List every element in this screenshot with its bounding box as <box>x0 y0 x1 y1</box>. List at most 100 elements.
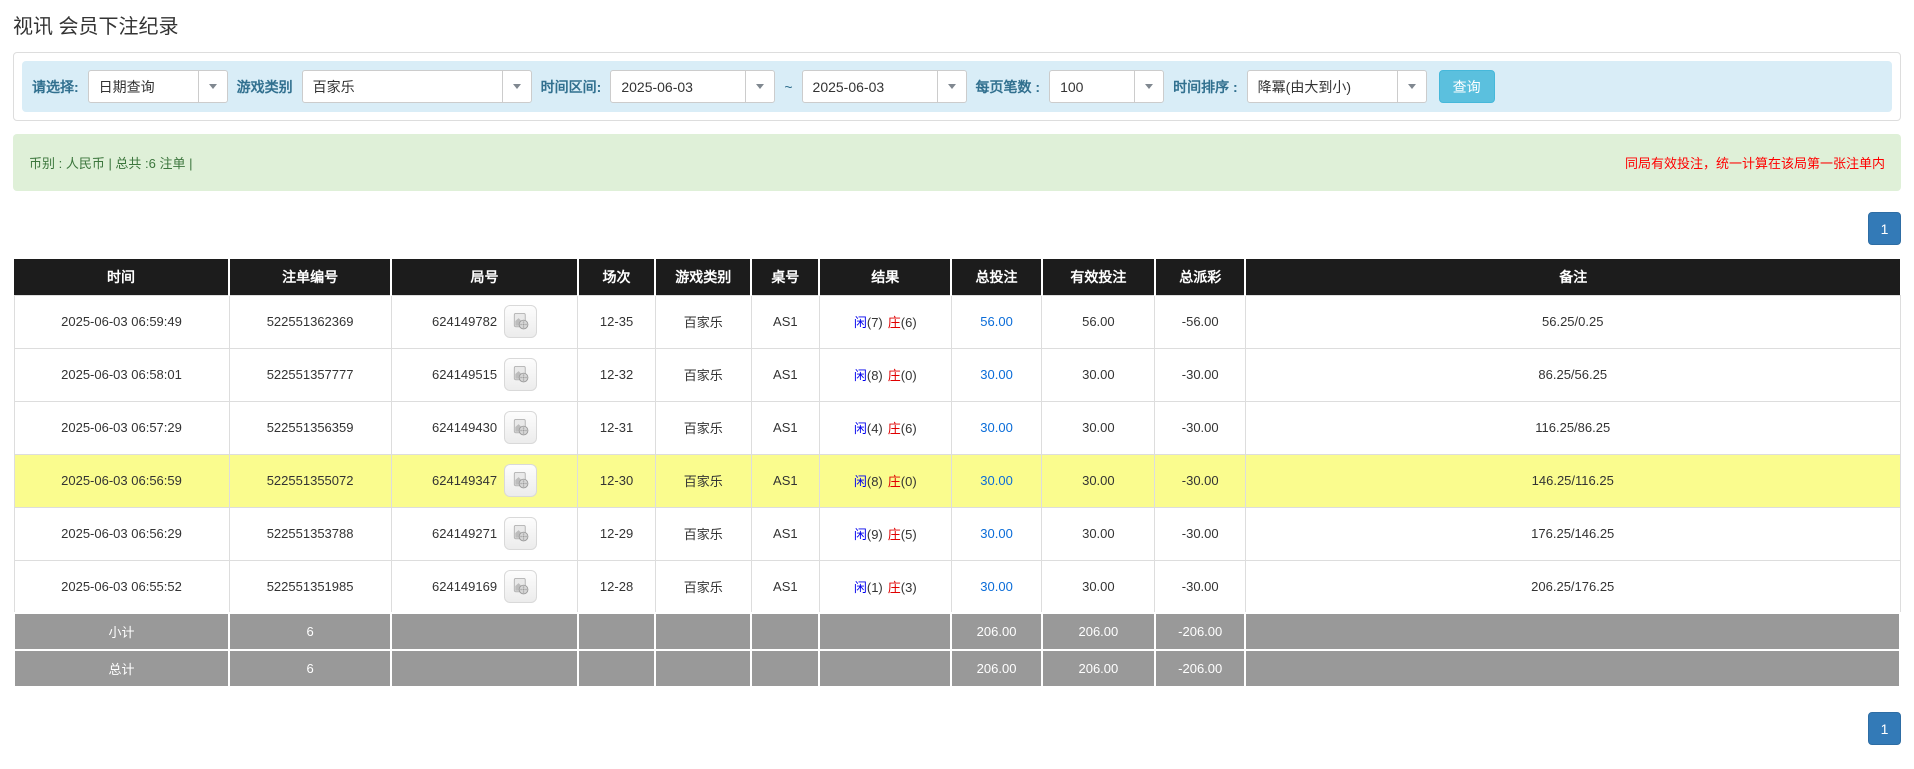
game-category-select[interactable]: 百家乐 <box>301 70 532 103</box>
sum-payout: -206.00 <box>1153 649 1247 688</box>
total-bet-link[interactable]: 56.00 <box>980 314 1013 329</box>
cell-valid-bet: 30.00 <box>1041 506 1156 561</box>
page-number-button[interactable]: 1 <box>1868 712 1901 745</box>
cell-result: 闲(1) 庄(3) <box>818 559 952 614</box>
time-sort-select[interactable]: 降冪(由大到小) <box>1246 70 1427 103</box>
cell-session: 12-30 <box>577 453 656 508</box>
summary-currency-total: 币别 : 人民币 | 总共 :6 注单 | <box>29 156 193 171</box>
cell-valid-bet: 30.00 <box>1041 559 1156 614</box>
query-type-select[interactable]: 日期查询 <box>87 70 228 103</box>
player-result-score: (8) <box>866 368 883 383</box>
table-row: 2025-06-03 06:58:01 522551357777 6241495… <box>13 347 1901 402</box>
cell-round: 624149430 <box>390 400 579 455</box>
round-number: 624149430 <box>432 420 498 435</box>
cell-payout: -56.00 <box>1154 294 1246 349</box>
date-from-select[interactable]: 2025-06-03 <box>610 70 776 103</box>
cell-note: 206.25/176.25 <box>1244 559 1901 614</box>
cell-session: 12-28 <box>577 559 656 614</box>
cell-table-no: AS1 <box>750 347 820 402</box>
total-bet-link[interactable]: 30.00 <box>980 526 1013 541</box>
chevron-down-icon[interactable] <box>745 71 775 102</box>
table-row: 2025-06-03 06:55:52 522551351985 6241491… <box>13 559 1901 614</box>
summary-red-note: 同局有效投注，统一计算在该局第一张注单内 <box>1624 156 1885 171</box>
cell-game: 百家乐 <box>654 294 752 349</box>
cell-total-bet: 30.00 <box>950 453 1043 508</box>
header-valid-bet: 有效投注 <box>1041 259 1156 295</box>
cell-table-no: AS1 <box>750 294 820 349</box>
video-replay-button[interactable] <box>504 358 538 391</box>
filter-bar: 请选择: 日期查询 游戏类别 百家乐 时间区间: 2025-06-03 ~ 20… <box>22 61 1892 112</box>
cell-time: 2025-06-03 06:56:29 <box>13 506 230 561</box>
cell-bet-id: 522551351985 <box>228 559 392 614</box>
page-number-button[interactable]: 1 <box>1868 212 1901 245</box>
cell-bet-id: 522551353788 <box>228 506 392 561</box>
banker-result-score: (5) <box>900 527 917 542</box>
player-result-label: 闲 <box>853 421 867 436</box>
sum-count: 6 <box>227 612 393 651</box>
banker-result-label: 庄 <box>887 474 901 489</box>
banker-result-score: (0) <box>900 368 917 383</box>
cell-game: 百家乐 <box>654 453 752 508</box>
cell-session: 12-32 <box>577 347 656 402</box>
summary-bar: 币别 : 人民币 | 总共 :6 注单 | 同局有效投注，统一计算在该局第一张注… <box>13 134 1901 191</box>
cell-table-no: AS1 <box>750 506 820 561</box>
video-replay-button[interactable] <box>504 411 538 444</box>
query-type-label: 请选择: <box>32 78 79 95</box>
sum-total-bet: 206.00 <box>950 612 1043 651</box>
cell-note: 86.25/56.25 <box>1244 347 1901 402</box>
cell-round: 624149271 <box>390 506 579 561</box>
banker-result-label: 庄 <box>887 579 901 595</box>
table-row: 2025-06-03 06:56:29 522551353788 6241492… <box>13 506 1901 561</box>
page-title: 视讯 会员下注纪录 <box>13 16 179 38</box>
cell-time: 2025-06-03 06:57:29 <box>13 400 230 455</box>
video-replay-button[interactable] <box>504 517 538 550</box>
video-replay-button[interactable] <box>504 305 538 338</box>
total-bet-link[interactable]: 30.00 <box>980 367 1013 382</box>
pagination-top: 1 <box>13 212 1901 245</box>
cell-bet-id: 522551356359 <box>228 400 392 455</box>
chevron-down-icon[interactable] <box>936 71 966 102</box>
per-page-select[interactable]: 100 <box>1049 70 1165 103</box>
round-number: 624149271 <box>432 526 498 541</box>
chevron-down-icon[interactable] <box>1396 71 1426 102</box>
time-sort-label: 时间排序 : <box>1173 78 1238 95</box>
cell-game: 百家乐 <box>654 559 752 614</box>
cell-valid-bet: 30.00 <box>1041 453 1156 508</box>
cell-table-no: AS1 <box>750 400 820 455</box>
cell-payout: -30.00 <box>1154 453 1246 508</box>
chevron-down-icon[interactable] <box>501 71 531 102</box>
video-replay-button[interactable] <box>504 569 538 603</box>
total-bet-link[interactable]: 30.00 <box>980 420 1013 435</box>
cell-round: 624149515 <box>390 347 579 402</box>
total-bet-link[interactable]: 30.00 <box>980 579 1013 594</box>
player-result-label: 闲 <box>853 368 867 383</box>
cell-note: 56.25/0.25 <box>1244 294 1901 349</box>
cell-game: 百家乐 <box>654 347 752 402</box>
cell-payout: -30.00 <box>1154 400 1246 455</box>
query-button[interactable]: 查询 <box>1438 70 1495 103</box>
chevron-down-icon[interactable] <box>197 71 227 102</box>
banker-result-label: 庄 <box>887 315 901 330</box>
banker-result-label: 庄 <box>887 421 901 436</box>
header-result: 结果 <box>819 259 953 295</box>
game-category-label: 游戏类别 <box>236 78 293 95</box>
pagination-bottom: 1 <box>13 712 1901 745</box>
chevron-down-icon[interactable] <box>1134 71 1164 102</box>
query-type-value: 日期查询 <box>98 78 155 95</box>
cell-time: 2025-06-03 06:59:49 <box>13 294 230 349</box>
table-row: 2025-06-03 06:56:59 522551355072 6241493… <box>13 453 1901 508</box>
player-result-score: (4) <box>866 421 883 436</box>
sum-valid-bet: 206.00 <box>1040 612 1156 651</box>
cell-result: 闲(7) 庄(6) <box>818 294 952 349</box>
per-page-value: 100 <box>1060 78 1084 95</box>
bet-records-table: 时间 注单编号 局号 场次 游戏类别 桌号 结果 总投注 有效投注 总派彩 备注… <box>13 259 1901 688</box>
cell-time: 2025-06-03 06:56:59 <box>13 453 230 508</box>
header-round: 局号 <box>391 259 579 295</box>
cell-session: 12-35 <box>577 294 656 349</box>
player-result-label: 闲 <box>853 315 867 330</box>
cell-total-bet: 30.00 <box>950 559 1043 614</box>
summary-row: 总计 6 206.00 206.00 -206.00 <box>13 649 1901 688</box>
total-bet-link[interactable]: 30.00 <box>980 473 1013 488</box>
video-replay-button[interactable] <box>504 464 538 497</box>
date-to-select[interactable]: 2025-06-03 <box>801 70 967 103</box>
